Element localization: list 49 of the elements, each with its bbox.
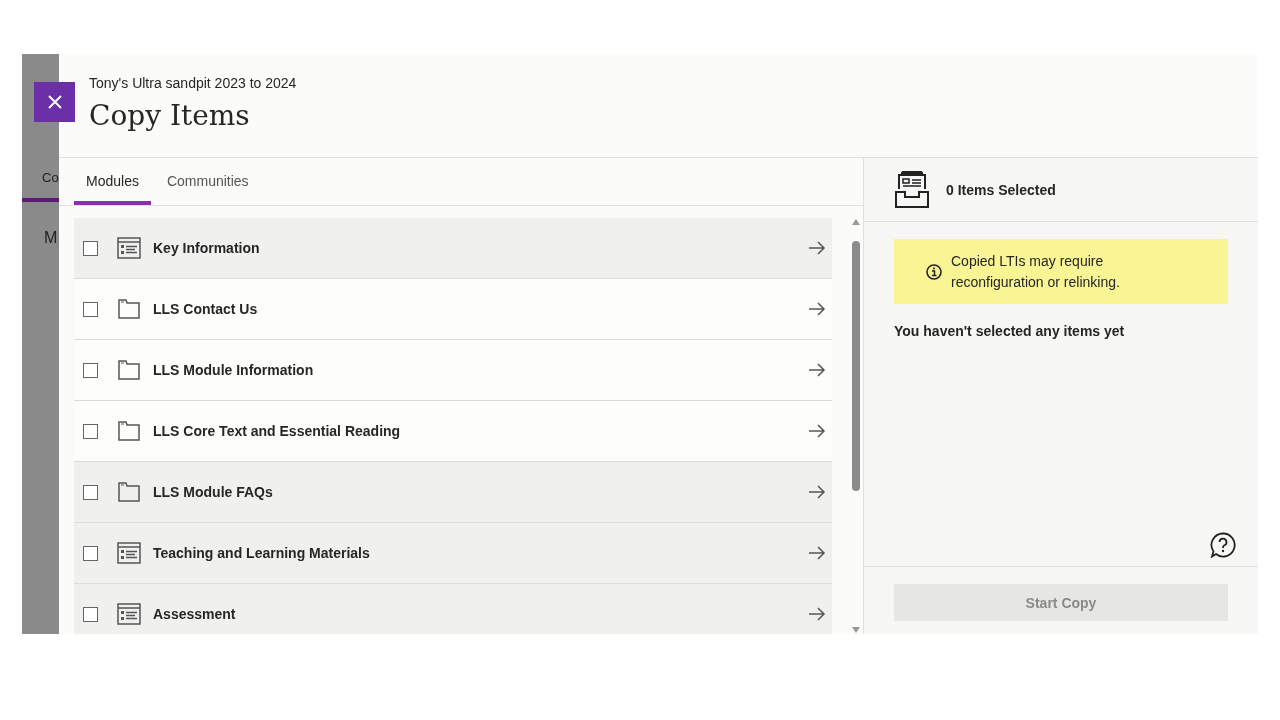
content-row[interactable]: Assessment (74, 584, 832, 634)
scrollbar[interactable] (849, 218, 863, 634)
checkbox[interactable] (83, 362, 98, 378)
item-title: LLS Core Text and Essential Reading (153, 422, 402, 441)
course-name: Tony's Ultra sandpit 2023 to 2024 (89, 74, 298, 93)
arrow-right-icon[interactable] (808, 484, 826, 500)
checkbox[interactable] (83, 484, 98, 500)
arrow-right-icon[interactable] (808, 423, 826, 439)
item-title: Assessment (153, 605, 237, 624)
selected-count: 0 Items Selected (946, 180, 1056, 200)
backdrop-tab-text: Co (42, 169, 59, 188)
panel-title: Copy Items (89, 98, 251, 134)
item-title: Key Information (153, 239, 261, 258)
close-button[interactable] (34, 82, 75, 122)
close-icon (47, 95, 62, 109)
scroll-down-icon[interactable] (851, 626, 861, 634)
content-row[interactable]: Teaching and Learning Materials (74, 523, 832, 584)
item-title: LLS Module FAQs (153, 483, 274, 502)
checkbox[interactable] (83, 545, 98, 561)
arrow-right-icon[interactable] (808, 362, 826, 378)
item-title: LLS Contact Us (153, 300, 259, 319)
tab[interactable]: Modules (74, 161, 151, 205)
checkbox[interactable] (83, 606, 98, 622)
backdrop-heading: M (44, 228, 58, 248)
info-icon (926, 263, 942, 280)
tab[interactable]: Communities (154, 161, 261, 205)
arrow-right-icon[interactable] (808, 240, 826, 256)
arrow-right-icon[interactable] (808, 606, 826, 622)
folder-icon (118, 360, 140, 380)
checkbox[interactable] (83, 301, 98, 317)
scroll-up-icon[interactable] (851, 218, 861, 226)
module-icon (117, 603, 141, 625)
content-row[interactable]: LLS Module FAQs (74, 462, 832, 523)
folder-icon (118, 482, 140, 502)
folder-icon (118, 421, 140, 441)
warning-text: Copied LTIs may require reconfiguration or relinking. (951, 251, 1121, 292)
folder-icon (118, 299, 140, 319)
module-icon (117, 542, 141, 564)
arrow-right-icon[interactable] (808, 301, 826, 317)
help-icon[interactable] (1210, 532, 1236, 558)
item-title: Teaching and Learning Materials (153, 544, 371, 563)
inbox-tray-icon (895, 170, 931, 209)
item-title: LLS Module Information (153, 361, 315, 380)
empty-message: You haven't selected any items yet (894, 322, 1126, 341)
checkbox[interactable] (83, 423, 98, 439)
checkbox[interactable] (83, 240, 98, 256)
content-row[interactable]: Key Information (74, 218, 832, 279)
arrow-right-icon[interactable] (808, 545, 826, 561)
module-icon (117, 237, 141, 259)
